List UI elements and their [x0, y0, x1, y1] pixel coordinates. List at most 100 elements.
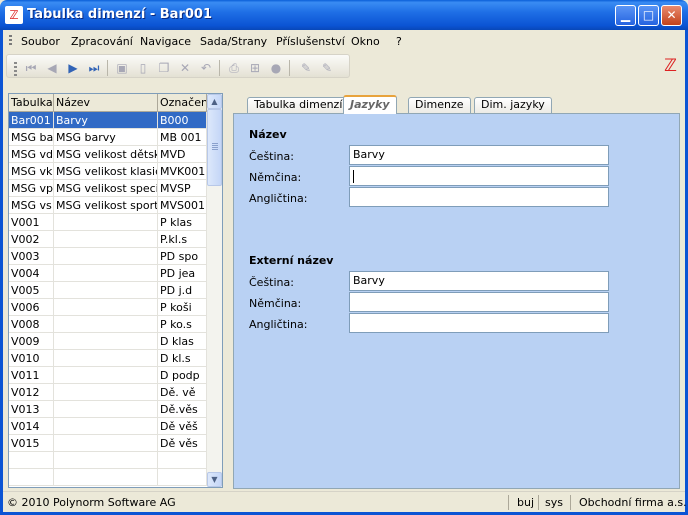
table-row[interactable]: MSG vd MSG velikost dětská MVD — [9, 146, 207, 163]
table-cell-c3: P klas — [158, 214, 207, 231]
menu-grip[interactable] — [9, 35, 12, 47]
label-nemcina-ext: Němčina: — [249, 297, 302, 310]
table-row[interactable]: V012 Dě. vě — [9, 384, 207, 401]
menu-okno[interactable]: Okno — [351, 35, 380, 48]
tab-dim-jazyky[interactable]: Dim. jazyky — [474, 97, 552, 113]
table-cell-c2 — [54, 401, 158, 418]
tab-dimenze[interactable]: Dimenze — [408, 97, 471, 113]
table-row[interactable] — [9, 452, 207, 469]
menu-help[interactable]: ? — [396, 35, 402, 48]
window-title: Tabulka dimenzí - Bar001 — [27, 7, 213, 22]
table-row[interactable]: V005 PD j.d — [9, 282, 207, 299]
label-cestina: Čeština: — [249, 150, 294, 163]
table-row[interactable]: MSG vp MSG velikost speciál MVSP — [9, 180, 207, 197]
maximize-button[interactable]: □ — [638, 5, 659, 26]
table-cell-c2 — [54, 469, 158, 486]
table-row[interactable]: MSG vkMSG velikost klasick.MVK001 — [9, 163, 207, 180]
externi-anglictina-input[interactable] — [349, 313, 609, 333]
table-row[interactable]: V010 D kl.s — [9, 350, 207, 367]
vertical-scrollbar[interactable]: ▲ ▼ — [207, 94, 222, 487]
tab-strip: Tabulka dimenzí Jazyky Dimenze Dim. jazy… — [233, 95, 683, 114]
table-row[interactable]: V006 P koši — [9, 299, 207, 316]
last-record-icon[interactable]: ⏭ — [85, 59, 103, 77]
column-header-oznaceni[interactable]: Označen — [158, 94, 207, 112]
table-row[interactable]: Bar001 Barvy B000 — [9, 112, 207, 129]
status-separator — [538, 495, 539, 510]
edit-alt-icon[interactable]: ✎ — [318, 59, 336, 77]
scroll-down-icon[interactable]: ▼ — [207, 472, 222, 487]
table-header: Tabulka Název Označen — [9, 94, 207, 112]
delete-icon[interactable]: ✕ — [176, 59, 194, 77]
menu-sada-strany[interactable]: Sada/Strany — [200, 35, 267, 48]
status-bar: © 2010 Polynorm Software AG buj sys Obch… — [3, 491, 687, 512]
nazev-cestina-input[interactable]: Barvy — [349, 145, 609, 165]
table-cell-c3 — [158, 469, 207, 486]
table-cell-c2 — [54, 316, 158, 333]
toolbar-separator — [219, 60, 220, 76]
toolbar-grip[interactable] — [14, 62, 17, 76]
first-record-icon[interactable]: ⏮ — [22, 59, 40, 77]
table-row[interactable]: V011 D podp — [9, 367, 207, 384]
scroll-up-icon[interactable]: ▲ — [207, 94, 222, 109]
table-row[interactable]: V002 P.kl.s — [9, 231, 207, 248]
table-cell-c3: PD j.d — [158, 282, 207, 299]
table-row[interactable]: V015 Dě věs — [9, 435, 207, 452]
table-cell-c3: MVS001 — [160, 197, 207, 214]
copy-icon[interactable]: ❐ — [155, 59, 173, 77]
scroll-thumb[interactable] — [207, 109, 222, 186]
tab-tabulka-dimenzi[interactable]: Tabulka dimenzí — [247, 97, 350, 113]
toolbar: ⏮ ◀ ▶ ⏭ ▣ ▯ ❐ ✕ ↶ ⎙ ⊞ ● ✎ ✎ ℤ — [3, 53, 685, 79]
table-cell-c1: MSG vd — [11, 146, 54, 163]
table-cell-c3: Dě věš — [158, 418, 207, 435]
column-header-nazev[interactable]: Název — [54, 94, 158, 112]
tree-icon[interactable]: ⊞ — [246, 59, 264, 77]
table-row[interactable]: MSG vsMSG velikost sportovMVS001 — [9, 197, 207, 214]
close-button[interactable]: ✕ — [661, 5, 682, 26]
table-row[interactable] — [9, 469, 207, 486]
copyright-text: © 2010 Polynorm Software AG — [7, 496, 176, 509]
previous-record-icon[interactable]: ◀ — [43, 59, 61, 77]
status-separator — [508, 495, 509, 510]
table-row[interactable]: V003 PD spo — [9, 248, 207, 265]
stop-icon[interactable]: ● — [267, 59, 285, 77]
table-row[interactable]: V008 P ko.s — [9, 316, 207, 333]
title-bar[interactable]: ℤ Tabulka dimenzí - Bar001 ▁ □ ✕ — [0, 0, 688, 30]
table-cell-c1: V004 — [9, 265, 54, 282]
table-cell-c2: MSG velikost speciál — [56, 180, 158, 197]
polynorm-logo-icon: ℤ — [5, 6, 23, 24]
menu-soubor[interactable]: Soubor — [21, 35, 60, 48]
table-row[interactable]: V004 PD jea — [9, 265, 207, 282]
table-cell-c3: B000 — [158, 112, 207, 129]
save-icon[interactable]: ▣ — [113, 59, 131, 77]
nazev-nemcina-input[interactable] — [349, 166, 609, 186]
table-row[interactable]: V013 Dě.věs — [9, 401, 207, 418]
externi-cestina-input[interactable]: Barvy — [349, 271, 609, 291]
externi-nemcina-input[interactable] — [349, 292, 609, 312]
new-icon[interactable]: ▯ — [134, 59, 152, 77]
menu-zpracovani[interactable]: Zpracování — [71, 35, 133, 48]
minimize-button[interactable]: ▁ — [615, 5, 636, 26]
status-separator — [570, 495, 571, 510]
table-cell-c1: V015 — [9, 435, 54, 452]
nazev-anglictina-input[interactable] — [349, 187, 609, 207]
table-row[interactable]: V001 P klas — [9, 214, 207, 231]
table-row[interactable]: V009 D klas — [9, 333, 207, 350]
grip-lines-icon — [212, 143, 218, 151]
table-cell-c2 — [54, 367, 158, 384]
table-cell-c1: V006 — [9, 299, 54, 316]
print-icon[interactable]: ⎙ — [225, 59, 243, 77]
status-user: buj — [517, 496, 535, 509]
text-caret — [353, 170, 354, 183]
next-record-icon[interactable]: ▶ — [64, 59, 82, 77]
edit-icon[interactable]: ✎ — [297, 59, 315, 77]
tab-panel-jazyky: Název Čeština: Barvy Němčina: Angličtina… — [233, 113, 680, 489]
label-anglictina-ext: Angličtina: — [249, 318, 308, 331]
menu-navigace[interactable]: Navigace — [140, 35, 191, 48]
menu-prislusenstvi[interactable]: Příslušenství — [276, 35, 345, 48]
table-row[interactable]: MSG ba MSG barvy MB 001 — [9, 129, 207, 146]
column-header-tabulka[interactable]: Tabulka — [9, 94, 54, 112]
table-cell-c3: P ko.s — [158, 316, 207, 333]
tab-jazyky[interactable]: Jazyky — [343, 95, 397, 114]
undo-icon[interactable]: ↶ — [197, 59, 215, 77]
table-row[interactable]: V014 Dě věš — [9, 418, 207, 435]
